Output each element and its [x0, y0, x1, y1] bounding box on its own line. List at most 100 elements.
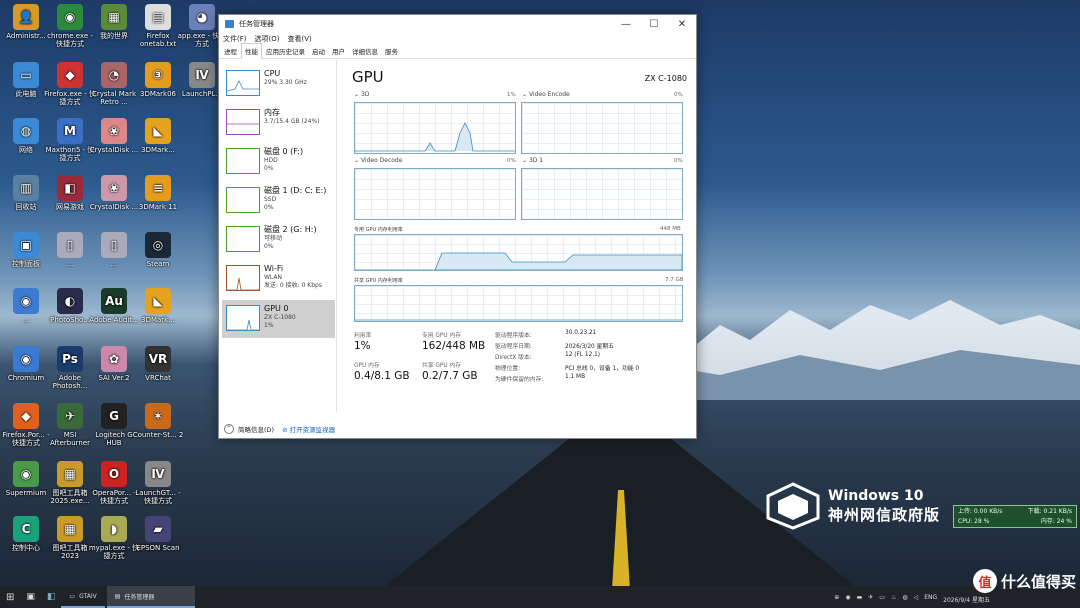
desktop-icon[interactable]: VR VRChat [132, 346, 184, 382]
desktop-app-icon: ✈ [57, 403, 83, 429]
sidebar-item-usage: 0% [264, 164, 274, 172]
resource-sidebar: CPU 29% 3.30 GHz 内存 3.7/15.4 GB (24%) 磁盘 0 (… [219, 60, 337, 412]
tray-icon-3[interactable]: ▬ [857, 594, 863, 601]
sidebar-thumb-graph [226, 265, 260, 291]
tab-performance[interactable]: 性能 [241, 43, 262, 59]
tab-services[interactable]: 服务 [382, 44, 401, 58]
dedicated-mem-graph-max: 448 MB [660, 226, 681, 232]
sidebar-item--2-g-h-[interactable]: 磁盘 2 (G: H:) 可移动 0% [222, 221, 335, 259]
taskbar-app-gtaiv[interactable]: ▭ GTAIV [61, 586, 105, 608]
dedicated-mem-value: 162/448 MB [422, 340, 486, 352]
desktop-icon[interactable]: Ⅳ LaunchGT... - 快捷方式 [132, 461, 184, 505]
sidebar-item-detail: HDD [264, 157, 278, 164]
info-value: PCI 总线 0，设备 1，功能 0 [565, 366, 640, 372]
engine-3d1-pct: 0% [674, 158, 683, 164]
language-indicator[interactable]: ENG [924, 594, 937, 601]
sidebar-item--0-f-[interactable]: 磁盘 0 (F:) HDD 0% [222, 143, 335, 181]
engine-video-encode-pct: 0% [674, 92, 683, 98]
sidebar-item-wi-fi[interactable]: Wi-Fi WLAN 发送: 0 接收: 0 Kbps [222, 260, 335, 298]
collapse-icon[interactable]: ⌃ [224, 424, 234, 434]
download-rate: 下载: 0.21 KB/s [1027, 508, 1072, 515]
shared-mem-value: 0.2/7.7 GB [422, 370, 478, 382]
desktop-icon-label: 3DMark 11 [138, 203, 178, 211]
sidebar-item--[interactable]: 内存 3.7/15.4 GB (24%) [222, 104, 335, 142]
maximize-button[interactable]: ☐ [640, 19, 668, 30]
desktop-app-icon: ▤ [145, 4, 171, 30]
mem-usage: 内存: 24 % [1040, 518, 1072, 525]
resource-monitor-icon: ⊘ [282, 426, 290, 434]
desktop-app-icon: Ⅳ [145, 461, 171, 487]
close-button[interactable]: ✕ [668, 19, 696, 30]
desktop-app-icon: ◍ [13, 118, 39, 144]
desktop-app-icon: Ps [57, 346, 83, 372]
tab-processes[interactable]: 进程 [221, 44, 240, 58]
sidebar-item-detail: ZX C-1080 [264, 314, 296, 321]
engine-3d-label[interactable]: ⌄ 3D [354, 91, 369, 98]
desktop-app-icon: ◣ [145, 288, 171, 314]
desktop-app-icon: ◎ [145, 232, 171, 258]
menu-view[interactable]: 查看(V) [287, 34, 311, 44]
minimize-button[interactable]: — [612, 19, 640, 30]
tray-icon-4[interactable]: ✈ [868, 594, 873, 601]
engine-video-encode-label[interactable]: ⌄ Video Encode [522, 91, 570, 98]
tab-users[interactable]: 用户 [329, 44, 348, 58]
sidebar-item-gpu-0[interactable]: GPU 0 ZX C-1080 1% [222, 300, 335, 338]
network-monitor: 上传: 0.00 KB/s 下载: 0.21 KB/s CPU: 28 % 内存… [953, 505, 1077, 528]
desktop-app-icon: ❀ [101, 175, 127, 201]
sidebar-item-cpu[interactable]: CPU 29% 3.30 GHz [222, 65, 335, 103]
desktop-app-icon: ◉ [13, 346, 39, 372]
sidebar-item-detail: SSD [264, 196, 277, 203]
sidebar-thumb-graph [226, 109, 260, 135]
sidebar-item-usage: 0% [264, 242, 274, 250]
desktop-app-icon: ◕ [189, 4, 215, 30]
desktop-icon[interactable]: ▰ EPSON Scan [132, 516, 184, 552]
engine-3d1-label[interactable]: ⌄ 3D 1 [522, 157, 543, 164]
desktop-app-icon: Au [101, 288, 127, 314]
info-value: 30.0.23.21 [565, 330, 597, 336]
task-view-icon[interactable]: ▣ [20, 586, 41, 608]
desktop-app-icon: ▦ [101, 4, 127, 30]
tray-icon-6[interactable]: ♨ [891, 594, 896, 601]
gpu-panel: GPU ZX C-1080 ⌄ 3D 1% ⌄ Video Encode 0% … [352, 68, 687, 383]
smzdm-text: 什么值得买 [1000, 572, 1076, 591]
sidebar-item-name: 磁盘 1 (D: C: E:) [264, 186, 327, 195]
start-button[interactable]: ⊞ [0, 586, 20, 608]
tab-startup[interactable]: 启动 [309, 44, 328, 58]
engine-video-decode-pct: 0% [507, 158, 516, 164]
desktop-app-icon: ✿ [101, 346, 127, 372]
volume-icon[interactable]: ◁ [914, 594, 919, 601]
desktop-icon[interactable]: ≡ 3DMark 11 [132, 175, 184, 211]
desktop-app-icon: ▣ [13, 232, 39, 258]
desktop-app-icon: ▭ [13, 62, 39, 88]
pinned-app-icon[interactable]: ◧ [41, 586, 62, 608]
desktop-icon[interactable]: ◣ 3DMark... [132, 118, 184, 154]
tray-icon-5[interactable]: ▭ [879, 594, 885, 601]
upload-rate: 上传: 0.00 KB/s [958, 508, 1003, 515]
desktop-icon[interactable]: ◎ Steam [132, 232, 184, 268]
graph-dedicated-memory [354, 234, 683, 271]
tab-details[interactable]: 详细信息 [349, 44, 381, 58]
graph-3d-line [355, 122, 515, 152]
tab-app-history[interactable]: 应用历史记录 [263, 44, 308, 58]
dedicated-mem-label: 专用 GPU 内存 [422, 333, 462, 339]
title-bar[interactable]: 任务管理器 — ☐ ✕ [219, 15, 696, 33]
desktop-app-icon: ▯ [101, 232, 127, 258]
taskbar-app-task-manager[interactable]: ▤ 任务管理器 [106, 586, 195, 608]
gpu-mem-label: GPU 内存 [354, 363, 380, 369]
brief-info-link[interactable]: 简略信息(D) [238, 424, 274, 434]
tray-icon-7[interactable]: ◍ [902, 594, 907, 601]
tray-icon-2[interactable]: ◉ [845, 594, 850, 601]
smzdm-watermark: 值 什么值得买 [972, 569, 1076, 593]
graph-video-decode [354, 168, 516, 220]
watermark-subtitle: 神州网信政府版 [828, 505, 941, 524]
desktop-icon[interactable]: ◣ 3DMark... [132, 288, 184, 324]
engine-video-decode-label[interactable]: ⌄ Video Decode [354, 157, 402, 164]
desktop-app-icon: ◣ [145, 118, 171, 144]
desktop-icon-label: VRChat [145, 374, 171, 382]
desktop-icon[interactable]: ✶ Counter-St... 2 [132, 403, 184, 439]
graph-video-encode [521, 102, 683, 154]
resource-monitor-link[interactable]: ⊘ 打开资源监视器 [282, 424, 335, 434]
tray-icon-1[interactable]: ⊕ [834, 594, 839, 601]
task-manager-icon [225, 20, 234, 28]
sidebar-item--1-d-c-e-[interactable]: 磁盘 1 (D: C: E:) SSD 0% [222, 182, 335, 220]
